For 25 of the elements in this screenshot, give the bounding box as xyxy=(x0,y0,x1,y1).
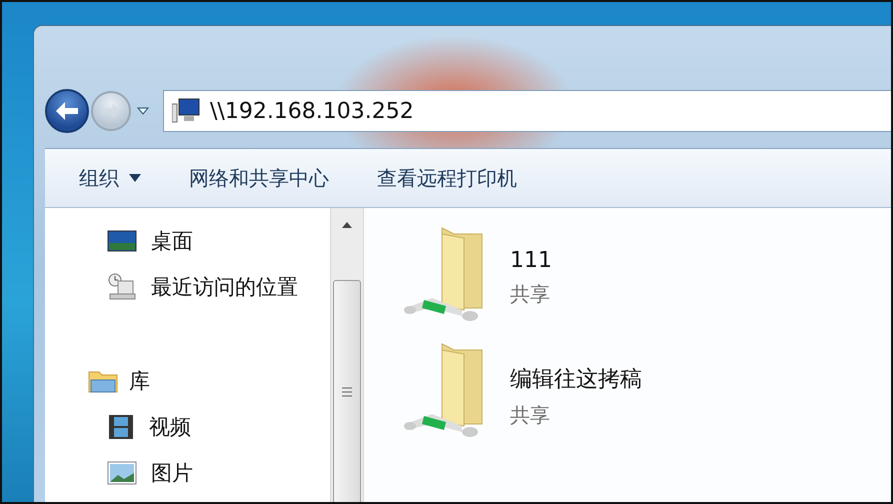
sidebar-item[interactable]: 库 xyxy=(87,358,150,404)
monitor-icon xyxy=(107,229,137,253)
scroll-up-icon xyxy=(342,222,352,228)
folder-name[interactable]: 编辑往这拷稿 xyxy=(510,364,642,394)
address-bar[interactable]: \\192.168.103.252 xyxy=(163,90,891,132)
toolbar-button[interactable]: 网络和共享中心 xyxy=(183,160,335,196)
recent-places-icon xyxy=(107,273,137,301)
back-button[interactable] xyxy=(45,89,89,133)
folder-type: 共享 xyxy=(510,402,551,429)
back-arrow-icon xyxy=(54,100,80,122)
address-field[interactable]: \\192.168.103.252 xyxy=(210,98,891,124)
caret-icon xyxy=(129,174,141,182)
computer-icon xyxy=(172,98,200,124)
sidebar-item[interactable]: 桌面 xyxy=(107,218,193,264)
sidebar-item[interactable]: 最近访问的位置 xyxy=(107,264,298,310)
organize-menu[interactable]: 组织 xyxy=(73,160,147,196)
folder-type: 共享 xyxy=(510,281,551,308)
film-icon xyxy=(107,413,135,441)
scrollbar[interactable] xyxy=(330,208,364,502)
toolbar-button[interactable]: 查看远程打印机 xyxy=(371,160,523,196)
sidebar-item[interactable]: 图片 xyxy=(107,450,193,496)
sidebar-item[interactable]: 视频 xyxy=(107,404,191,450)
folder-name[interactable]: 111 xyxy=(510,248,552,273)
picture-icon xyxy=(107,460,137,486)
scroll-thumb[interactable] xyxy=(333,280,361,502)
